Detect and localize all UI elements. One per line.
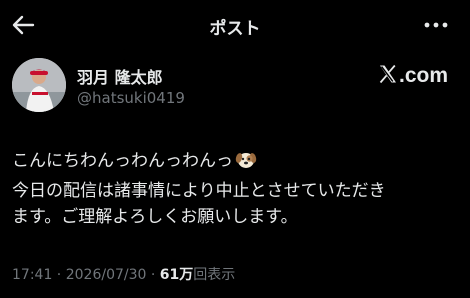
meta-separator: · [52, 267, 66, 283]
avatar[interactable] [12, 58, 66, 112]
dog-face-icon [235, 148, 257, 178]
post-line-1-text: こんにちわんっわんっわんっ [12, 151, 233, 171]
post-line-1: こんにちわんっわんっわんっ [12, 148, 462, 178]
post-body: こんにちわんっわんっわんっ 今日の配信は諸事情により中止とさせていただき ます。… [12, 148, 462, 230]
top-bar: ポスト [0, 0, 470, 50]
meta-separator: · [146, 267, 160, 283]
source-label: .com [398, 64, 448, 87]
page-title: ポスト [209, 19, 261, 39]
post-line-3: ます。ご理解よろしくお願いします。 [12, 207, 298, 227]
views-count[interactable]: 61万 [160, 267, 193, 283]
post-date[interactable]: 2026/07/30 [66, 267, 147, 283]
post-line-2: 今日の配信は諸事情により中止とさせていただき [12, 181, 386, 201]
x-logo-icon [378, 64, 398, 88]
post-time[interactable]: 17:41 [12, 267, 52, 283]
more-options-icon[interactable] [422, 14, 450, 36]
author-handle: @hatsuki0419 [77, 89, 185, 107]
author-display-name[interactable]: 羽月 隆太郎 [77, 64, 163, 88]
views-label[interactable]: 回表示 [193, 267, 235, 283]
post-meta: 17:41 · 2026/07/30 · 61万回表示 [12, 264, 235, 284]
source-link[interactable]: .com [378, 64, 448, 88]
